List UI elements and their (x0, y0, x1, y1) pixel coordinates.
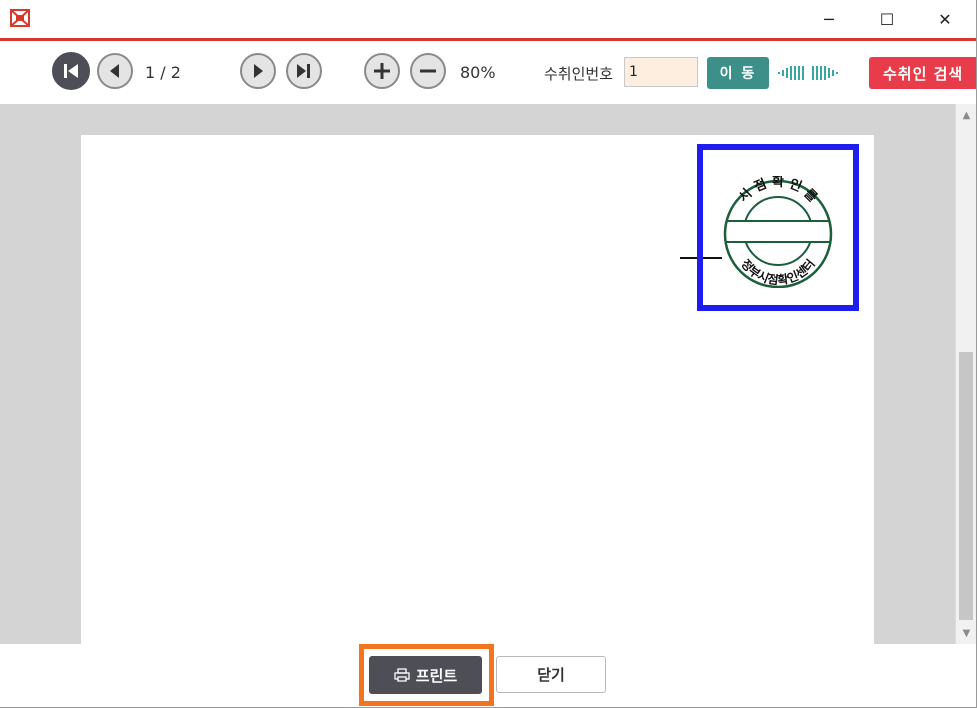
last-page-button[interactable] (286, 53, 322, 89)
page-indicator: 1 / 2 (145, 63, 181, 82)
app-logo-icon (10, 9, 30, 27)
stamp-bottom-text: 정부시점확인센터 (738, 256, 818, 287)
next-page-button[interactable] (240, 53, 276, 89)
scroll-up-arrow-icon[interactable]: ▲ (956, 106, 977, 124)
print-button-label: 프린트 (415, 666, 458, 685)
close-window-button[interactable]: ✕ (922, 0, 968, 38)
recipient-search-button[interactable]: 수취인 검색 (869, 57, 977, 89)
stamp-top-text: 시 점 확 인 를 (736, 176, 820, 205)
svg-text:시 점 확 인 를: 시 점 확 인 를 (736, 176, 820, 205)
zoom-level: 80% (460, 63, 496, 82)
official-seal-stamp: 시 점 확 인 를 정부시점확인센터 (723, 176, 833, 288)
prev-page-button[interactable] (97, 53, 133, 89)
next-page-icon (254, 64, 263, 78)
zoom-out-icon (420, 69, 436, 73)
barcode-right-icon[interactable] (812, 65, 840, 81)
printer-icon (394, 668, 410, 682)
maximize-button[interactable]: ☐ (864, 0, 910, 38)
svg-text:정부시점확인센터: 정부시점확인센터 (738, 256, 818, 287)
first-page-icon (64, 64, 78, 78)
barcode-left-icon[interactable] (778, 65, 806, 81)
scroll-thumb[interactable] (959, 352, 973, 620)
print-button[interactable]: 프린트 (369, 656, 482, 694)
zoom-in-button[interactable] (364, 53, 400, 89)
go-button[interactable]: 이 동 (707, 57, 769, 89)
last-page-icon (297, 64, 310, 78)
scroll-down-arrow-icon[interactable]: ▼ (956, 624, 977, 642)
recipient-number-input[interactable] (624, 57, 698, 87)
minimize-button[interactable]: ─ (806, 0, 852, 38)
viewer-toolbar: 1 / 2 80% 수취인번호 이 동 (0, 41, 977, 104)
recipient-number-label: 수취인번호 (544, 65, 614, 83)
title-bar: ─ ☐ ✕ (0, 0, 977, 38)
close-button[interactable]: 닫기 (496, 656, 606, 693)
zoom-out-button[interactable] (410, 53, 446, 89)
vertical-scrollbar[interactable]: ▲ ▼ (955, 104, 977, 644)
first-page-button[interactable] (52, 52, 90, 90)
zoom-in-icon (374, 63, 390, 79)
prev-page-icon (110, 64, 119, 78)
